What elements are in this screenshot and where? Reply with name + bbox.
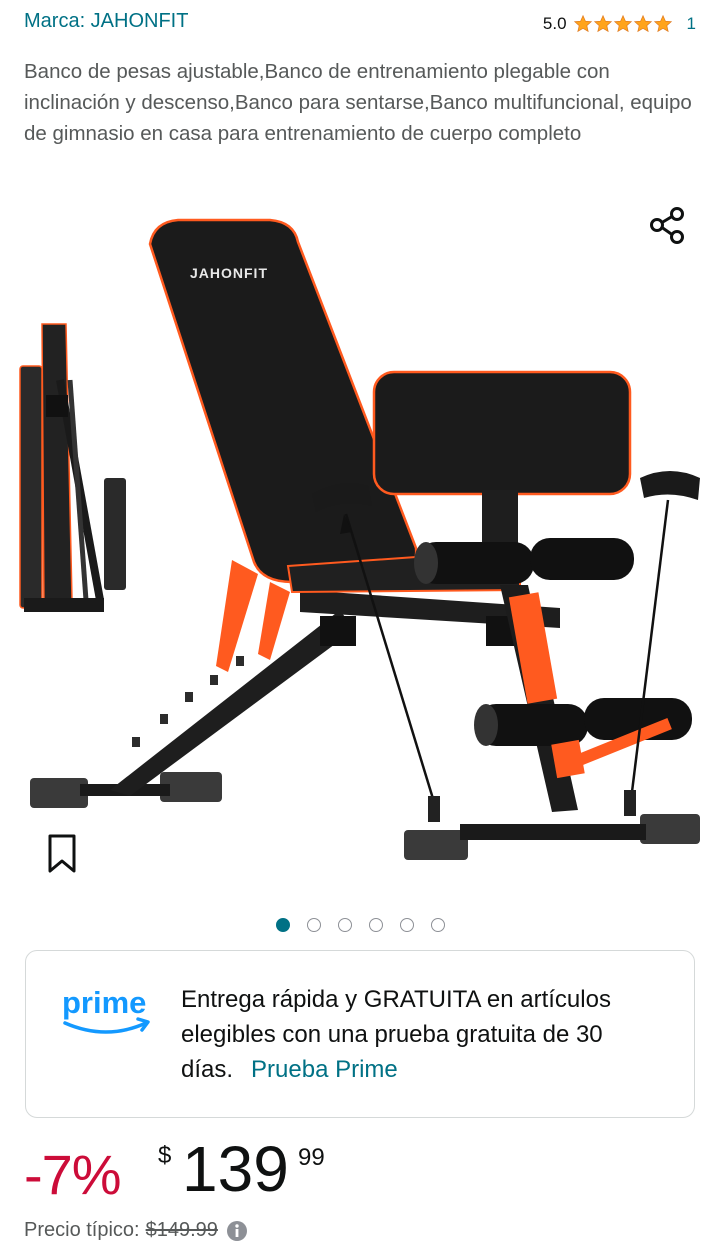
carousel-dot[interactable] [430, 918, 445, 932]
share-button[interactable] [646, 204, 690, 248]
star-icon [633, 14, 652, 33]
prime-logo: prime [62, 985, 150, 1034]
bench-logo: JAHONFIT [190, 265, 268, 281]
star-icon [613, 14, 632, 33]
bookmark-icon [48, 834, 76, 873]
typical-price-value: $149.99 [145, 1219, 218, 1241]
prime-offer-card[interactable]: prime Entrega rápida y GRATUITA en artíc… [25, 950, 695, 1118]
price-currency: $ [158, 1142, 172, 1169]
star-icon [593, 14, 612, 33]
product-image[interactable]: JAHONFIT [0, 196, 720, 886]
prime-message: Entrega rápida y GRATUITA en artículos e… [181, 982, 681, 1087]
typical-price-label: Precio típico: [24, 1219, 140, 1241]
share-icon [650, 207, 684, 244]
typical-price: Precio típico: $149.99 [24, 1219, 248, 1242]
rating[interactable]: 5.0 1 [543, 14, 696, 34]
bookmark-button[interactable] [44, 832, 80, 876]
rating-stars [573, 14, 673, 34]
rating-value: 5.0 [542, 14, 567, 33]
price-fraction: 99 [298, 1144, 325, 1171]
prime-logo-text: prime [62, 985, 146, 1020]
brand-row: Marca: JAHONFIT 5.0 1 [24, 8, 696, 38]
star-icon [573, 14, 592, 33]
carousel-dot[interactable] [368, 918, 383, 932]
price-row: -7% $ 139 99 [24, 1133, 704, 1214]
carousel-dot[interactable] [306, 918, 321, 932]
star-icon [653, 14, 672, 33]
brand-link[interactable]: Marca: JAHONFIT [24, 10, 188, 33]
carousel-dots [0, 918, 720, 932]
prime-trial-link[interactable]: Prueba Prime [251, 1056, 398, 1083]
carousel-dot[interactable] [337, 918, 352, 932]
discount-percentage: -7% [24, 1143, 122, 1206]
info-icon[interactable] [226, 1220, 248, 1242]
bench-illustration: JAHONFIT [19, 218, 700, 860]
product-title: Banco de pesas ajustable,Banco de entren… [24, 60, 692, 145]
carousel-dot[interactable] [275, 918, 290, 932]
carousel-dot[interactable] [399, 918, 414, 932]
price-whole: 139 [182, 1133, 289, 1205]
rating-count[interactable]: 1 [687, 14, 696, 34]
folded-bench-inset [19, 323, 126, 612]
